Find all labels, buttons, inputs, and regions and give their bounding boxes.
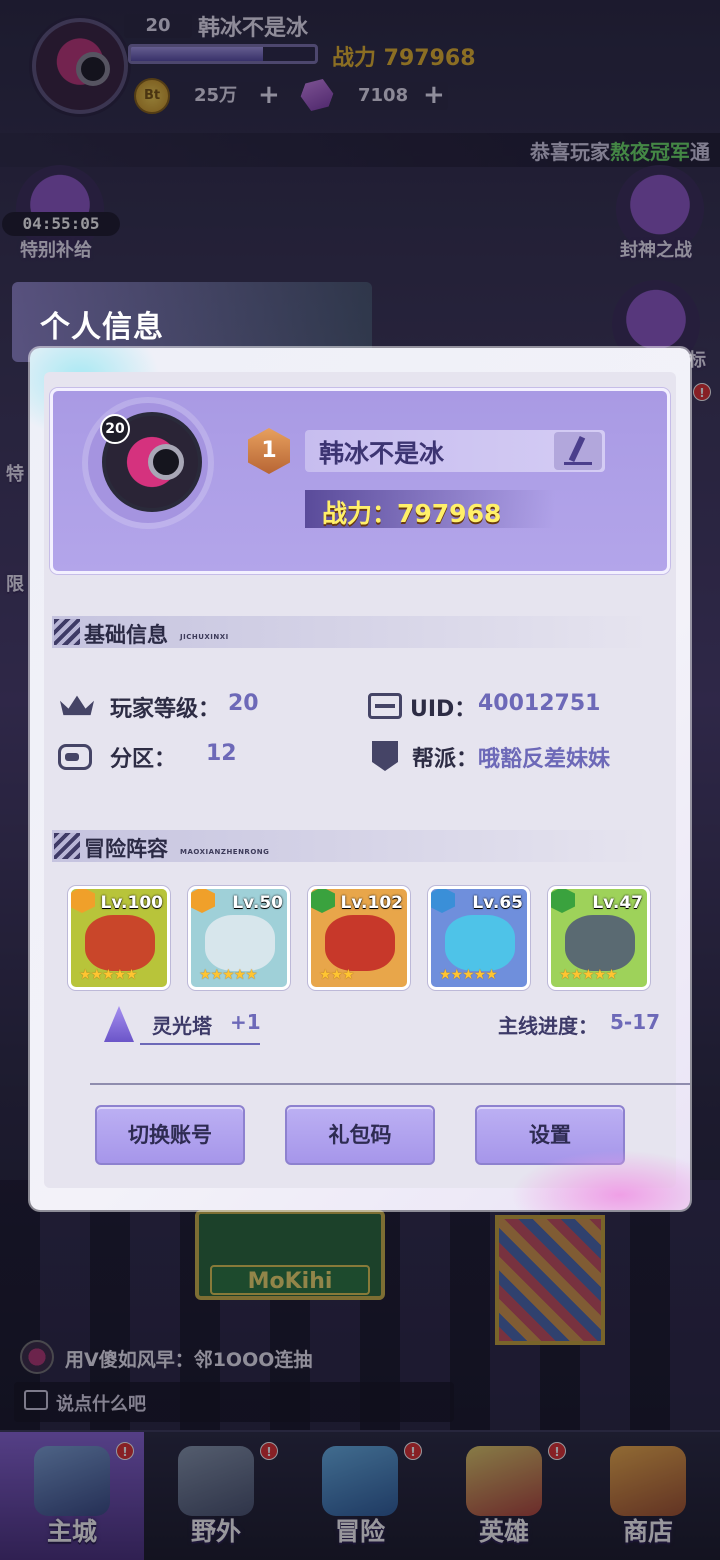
hero-portrait <box>325 915 395 971</box>
server-icon <box>58 744 92 770</box>
basic-info-subtitle: JICHUXINXI <box>180 633 229 641</box>
uid-label: UID： <box>410 697 477 722</box>
main-progress-value: 5-17 <box>610 1010 661 1034</box>
hero-level: Lv.65 <box>472 893 523 913</box>
hero-level: Lv.50 <box>232 893 283 913</box>
spirit-tower-underline <box>140 1043 260 1045</box>
lineup-subtitle: MAOXIANZHENRONG <box>180 848 270 856</box>
id-card-icon <box>368 693 402 719</box>
pencil-icon <box>568 435 586 463</box>
hero-stars: ★★★ <box>319 967 355 983</box>
hero-portrait <box>85 915 155 971</box>
hero-portrait <box>445 915 515 971</box>
gift-code-button[interactable]: 礼包码 <box>285 1105 435 1165</box>
element-icon <box>551 889 575 913</box>
hero-card[interactable]: Lv.47 ★★★★★ <box>548 886 650 990</box>
element-icon <box>431 889 455 913</box>
avatar-eye-icon <box>148 444 184 480</box>
profile-power: 战力：797968 <box>322 499 502 528</box>
settings-button[interactable]: 设置 <box>475 1105 625 1165</box>
switch-account-button[interactable]: 切换账号 <box>95 1105 245 1165</box>
player-level-value: 20 <box>228 691 259 716</box>
hero-level: Lv.100 <box>100 893 163 913</box>
personal-info-dialog: 20 1 韩冰不是冰 战力：797968 基础信息 JICHUXINXI 玩家等… <box>30 348 690 1210</box>
element-icon <box>311 889 335 913</box>
hero-stars: ★★★★★ <box>559 967 618 983</box>
zone-value: 12 <box>206 741 237 766</box>
hero-portrait <box>565 915 635 971</box>
element-icon <box>191 889 215 913</box>
profile-name: 韩冰不是冰 <box>319 439 445 468</box>
profile-level-badge: 20 <box>100 414 130 444</box>
guild-value: 哦豁反差妹妹 <box>478 747 611 772</box>
element-icon <box>71 889 95 913</box>
dialog-title: 个人信息 <box>40 310 164 345</box>
stripe-icon <box>54 833 80 859</box>
pencil-underline <box>564 462 592 465</box>
hero-card[interactable]: Lv.50 ★★★★★ <box>188 886 290 990</box>
dialog-divider <box>90 1083 690 1085</box>
hero-card[interactable]: Lv.102 ★★★ <box>308 886 410 990</box>
uid-value: 40012751 <box>478 691 601 716</box>
stripe-icon <box>54 619 80 645</box>
hero-stars: ★★★★★ <box>199 967 258 983</box>
hero-level: Lv.102 <box>340 893 403 913</box>
lineup-title: 冒险阵容 <box>84 837 168 861</box>
edit-name-button[interactable] <box>554 432 602 470</box>
zone-label: 分区： <box>110 747 177 772</box>
spirit-tower-label: 灵光塔 <box>152 1014 212 1038</box>
hero-card[interactable]: Lv.100 ★★★★★ <box>68 886 170 990</box>
main-progress-label: 主线进度： <box>498 1014 598 1038</box>
player-level-label: 玩家等级： <box>110 697 221 722</box>
hero-stars: ★★★★★ <box>439 967 498 983</box>
spirit-tower-value: +1 <box>230 1010 261 1034</box>
hero-level: Lv.47 <box>592 893 643 913</box>
guild-label: 帮派： <box>412 747 479 772</box>
hero-card[interactable]: Lv.65 ★★★★★ <box>428 886 530 990</box>
hero-portrait <box>205 915 275 971</box>
basic-info-title: 基础信息 <box>84 623 168 647</box>
hero-stars: ★★★★★ <box>79 967 138 983</box>
